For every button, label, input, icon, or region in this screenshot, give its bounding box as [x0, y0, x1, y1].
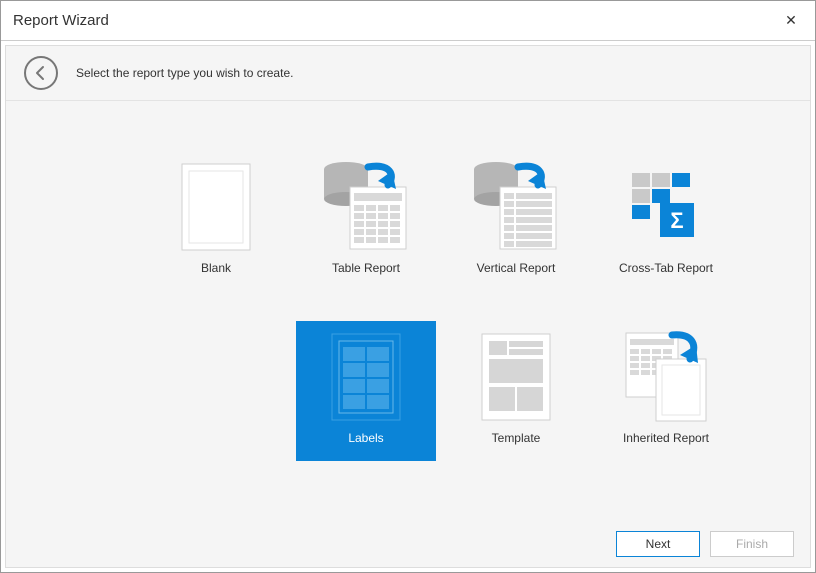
tile-labels[interactable]: Labels [296, 321, 436, 461]
tile-crosstab-report[interactable]: Σ Cross-Tab Report [596, 151, 736, 291]
wizard-body: Select the report type you wish to creat… [5, 45, 811, 568]
inherited-report-icon [618, 329, 714, 425]
tile-label: Inherited Report [623, 431, 709, 445]
titlebar: Report Wizard ✕ [1, 1, 815, 41]
crosstab-report-icon: Σ [618, 159, 714, 255]
grid-spacer [146, 321, 286, 461]
template-icon [468, 329, 564, 425]
tile-label: Template [492, 431, 541, 445]
tile-vertical-report[interactable]: Vertical Report [446, 151, 586, 291]
wizard-footer: Next Finish [6, 521, 810, 567]
tile-table-report[interactable]: Table Report [296, 151, 436, 291]
tile-grid: Blank [146, 151, 750, 461]
labels-icon [318, 329, 414, 425]
finish-button: Finish [710, 531, 794, 557]
tile-template[interactable]: Template [446, 321, 586, 461]
tile-label: Vertical Report [477, 261, 556, 275]
next-button[interactable]: Next [616, 531, 700, 557]
close-icon[interactable]: ✕ [779, 12, 803, 29]
tile-label: Table Report [332, 261, 400, 275]
back-button[interactable] [24, 56, 58, 90]
blank-page-icon [168, 159, 264, 255]
tile-label: Cross-Tab Report [619, 261, 713, 275]
back-arrow-icon [33, 65, 49, 81]
svg-text:Σ: Σ [670, 208, 683, 233]
tile-grid-area: Blank [6, 101, 810, 521]
window-title: Report Wizard [13, 12, 779, 29]
tile-label: Blank [201, 261, 231, 275]
instruction-text: Select the report type you wish to creat… [76, 66, 293, 80]
report-wizard-window: Report Wizard ✕ Select the report type y… [0, 0, 816, 573]
tile-label: Labels [348, 431, 383, 445]
table-report-icon [318, 159, 414, 255]
tile-blank[interactable]: Blank [146, 151, 286, 291]
tile-inherited-report[interactable]: Inherited Report [596, 321, 736, 461]
wizard-header: Select the report type you wish to creat… [6, 46, 810, 101]
vertical-report-icon [468, 159, 564, 255]
